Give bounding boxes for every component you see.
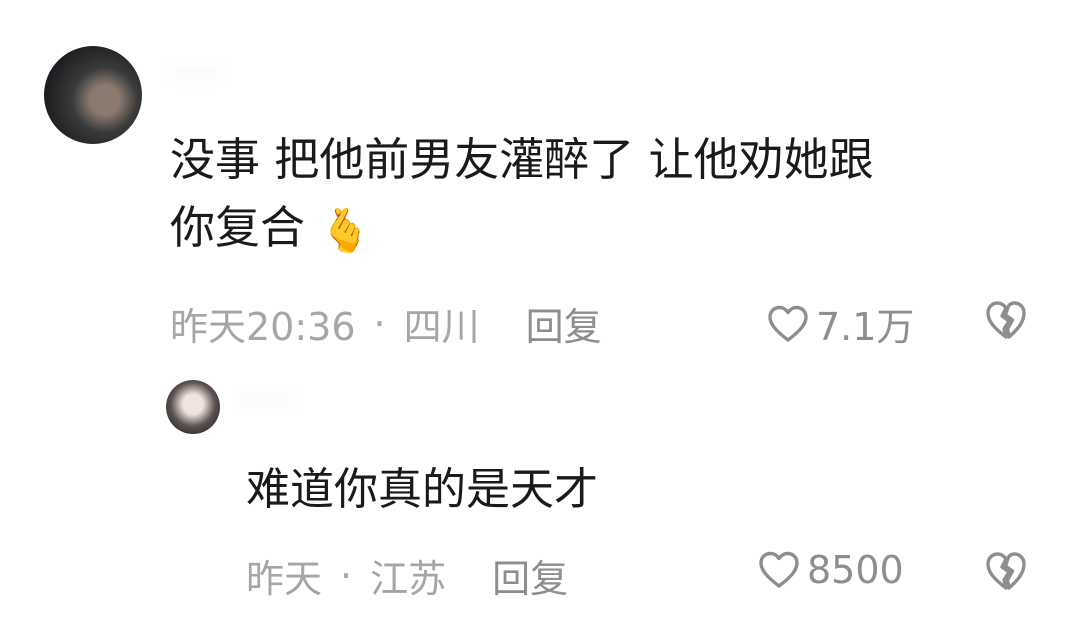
heart-outline-icon — [759, 551, 799, 588]
avatar[interactable] — [44, 46, 142, 144]
comment-text-segment: 你复合 — [170, 201, 306, 254]
like-count: 8500 — [807, 548, 904, 592]
comment-text-line: 没事 把他前男友灌醉了 让他劝她跟 — [170, 133, 874, 186]
timestamp: 昨天 — [246, 557, 323, 601]
reply-button[interactable]: 回复 — [526, 296, 602, 351]
reply-comment-item: —— 难道你真的是天才 昨天 · 江苏 回复 8500 — [0, 370, 1080, 635]
reply-button[interactable]: 回复 — [492, 548, 568, 603]
comment-meta: 昨天20:36 · 四川 回复 — [170, 296, 602, 351]
comment-meta: 昨天 · 江苏 回复 — [246, 548, 568, 603]
location: 四川 — [403, 305, 480, 349]
location: 江苏 — [370, 557, 447, 601]
broken-heart-icon — [986, 552, 1026, 590]
comment-text-line: 你复合 🫰 — [170, 194, 1010, 265]
like-button[interactable]: 8500 — [757, 548, 904, 592]
comment-text: 难道你真的是天才 — [246, 464, 598, 515]
separator-dot: · — [373, 301, 386, 346]
separator-dot: · — [340, 553, 353, 598]
broken-heart-icon — [986, 301, 1026, 339]
heart-outline-icon — [768, 305, 808, 342]
finger-heart-emoji: 🫰 — [319, 206, 372, 255]
like-button[interactable]: 7.1万 — [766, 296, 914, 351]
dislike-button[interactable] — [984, 550, 1028, 592]
comment-text: 没事 把他前男友灌醉了 让他劝她跟 你复合 🫰 — [170, 126, 1010, 265]
dislike-button[interactable] — [984, 299, 1028, 341]
username[interactable]: —— — [240, 384, 292, 414]
username[interactable]: —— — [170, 58, 222, 88]
comment-item: —— 没事 把他前男友灌醉了 让他劝她跟 你复合 🫰 昨天20:36 · 四川 … — [0, 0, 1080, 370]
timestamp: 昨天20:36 — [170, 305, 356, 349]
avatar[interactable] — [166, 380, 220, 434]
like-count: 7.1万 — [816, 305, 915, 349]
